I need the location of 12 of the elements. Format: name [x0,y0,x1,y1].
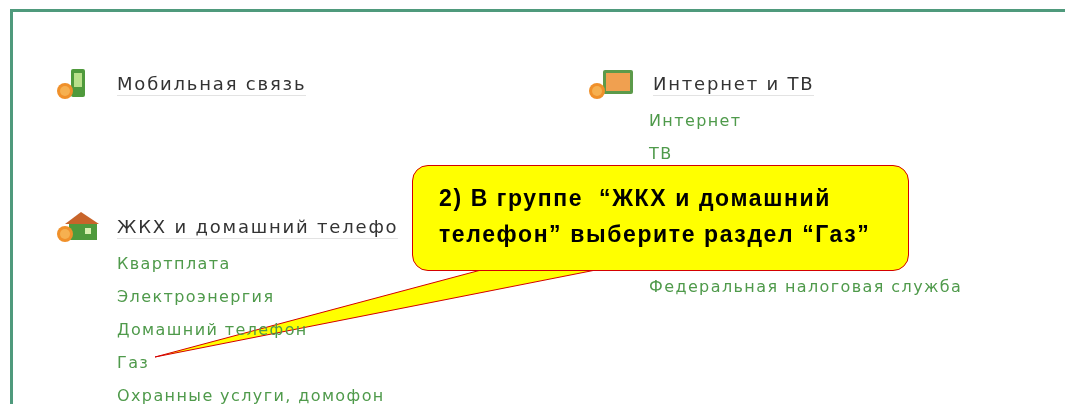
group-heading: Интернет и ТВ [653,72,815,96]
service-link[interactable]: ТВ [649,144,673,163]
service-link[interactable]: Федеральная налоговая служба [649,277,963,296]
service-link[interactable]: Электроэнергия [117,287,275,306]
callout-note: 2) В группе “ЖКХ и домашний телефон” выберите раздел “Газ” [412,165,909,271]
service-link[interactable]: Охранные услуги, домофон [117,386,385,404]
service-link[interactable]: Квартплата [117,254,231,273]
house-icon [55,210,101,244]
service-link[interactable]: Газ [117,353,150,372]
service-link[interactable]: Интернет [649,111,742,130]
group-heading: Мобильная связь [117,72,307,96]
group-heading: ЖКХ и домашний телефо [117,215,399,239]
